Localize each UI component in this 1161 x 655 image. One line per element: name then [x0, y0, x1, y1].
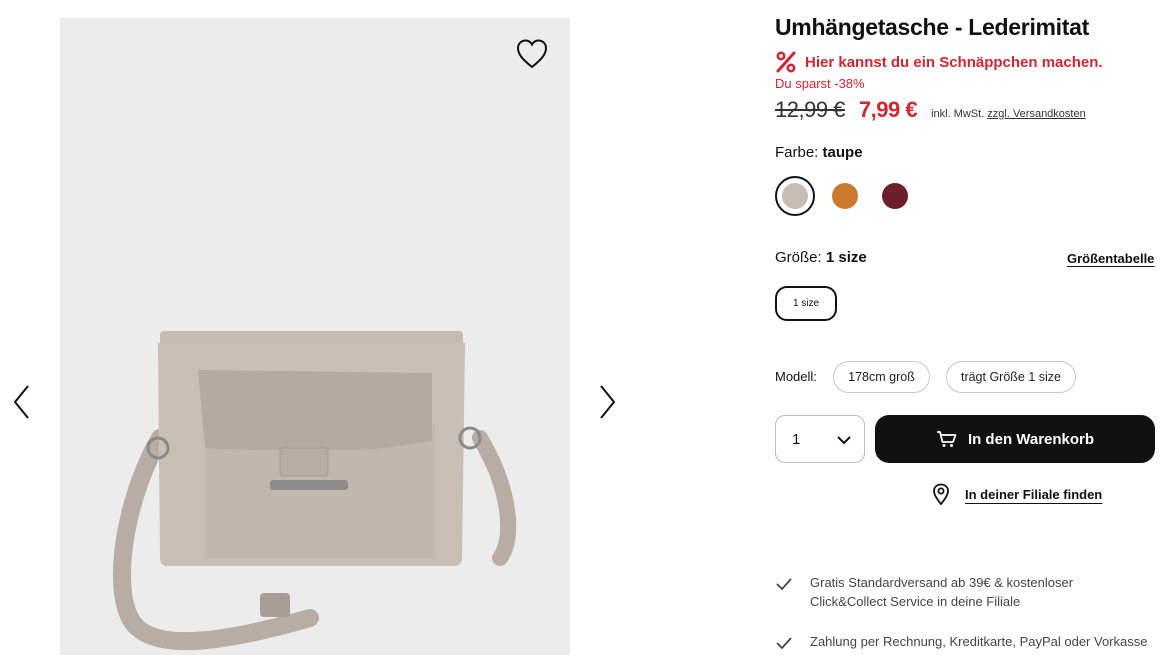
find-in-store-link[interactable]: In deiner Filiale finden: [965, 487, 1102, 502]
swatch-taupe[interactable]: [775, 176, 815, 216]
gallery-next-button[interactable]: [591, 382, 623, 422]
benefit-text: Zahlung per Rechnung, Kreditkarte, PayPa…: [810, 634, 1148, 649]
deal-text: Hier kannst du ein Schnäppchen machen.: [805, 53, 1103, 71]
swatch-color: [782, 183, 808, 209]
wishlist-button[interactable]: [514, 37, 550, 71]
old-price: 12,99 €: [775, 97, 845, 122]
quantity-value: 1: [792, 430, 801, 448]
add-to-cart-label: In den Warenkorb: [967, 430, 1095, 448]
model-size-chip: trägt Größe 1 size: [946, 361, 1076, 393]
cart-icon: [936, 431, 957, 447]
check-icon: [776, 578, 792, 591]
product-page: Umhängetasche - Lederimitat Hier kannst …: [0, 0, 1161, 655]
swatch-cognac[interactable]: [825, 176, 865, 216]
swatch-color: [832, 183, 858, 209]
model-label: Modell:: [775, 369, 817, 384]
color-value: taupe: [822, 144, 863, 161]
size-value: 1 size: [825, 249, 867, 266]
price-row: 12,99 € 7,99 € inkl. MwSt. zzgl. Versand…: [775, 97, 1086, 123]
chevron-down-icon: [837, 436, 851, 445]
color-label-row: Farbe: taupe: [775, 144, 863, 161]
check-icon: [776, 637, 792, 650]
add-to-cart-button[interactable]: In den Warenkorb: [875, 415, 1155, 463]
benefit-item-shipping: Gratis Standardversand ab 39€ & kostenlo…: [775, 573, 1105, 611]
model-height-chip: 178cm groß: [833, 361, 930, 393]
savings-text: Du sparst -38%: [775, 76, 865, 91]
size-label-row: Größe: 1 size: [775, 249, 867, 266]
sale-price: 7,99 €: [858, 97, 918, 122]
size-label: Größe:: [775, 249, 822, 266]
percent-icon: [776, 51, 796, 73]
size-option-button[interactable]: 1 size: [775, 286, 837, 321]
product-title: Umhängetasche - Lederimitat: [775, 14, 1089, 40]
map-pin-icon: [933, 483, 949, 505]
chevron-right-icon: [600, 385, 616, 419]
size-chart-link[interactable]: Größentabelle: [1067, 251, 1154, 266]
benefit-text: Gratis Standardversand ab 39€ & kostenlo…: [810, 575, 1074, 609]
bag-illustration: [112, 331, 517, 651]
vat-text: inkl. MwSt.: [931, 108, 985, 120]
find-in-store[interactable]: In deiner Filiale finden: [931, 483, 1102, 505]
color-label: Farbe:: [775, 144, 819, 161]
shipping-costs-link[interactable]: zzgl. Versandkosten: [987, 108, 1085, 120]
benefit-item-payment: Zahlung per Rechnung, Kreditkarte, PayPa…: [775, 632, 1161, 651]
heart-icon: [516, 39, 548, 69]
deal-banner: Hier kannst du ein Schnäppchen machen.: [775, 50, 1103, 74]
swatch-color: [882, 183, 908, 209]
chevron-left-icon: [13, 385, 29, 419]
swatch-bordeaux[interactable]: [875, 176, 915, 216]
quantity-select[interactable]: 1: [775, 415, 865, 463]
gallery-prev-button[interactable]: [6, 382, 38, 422]
product-image: [60, 18, 570, 655]
